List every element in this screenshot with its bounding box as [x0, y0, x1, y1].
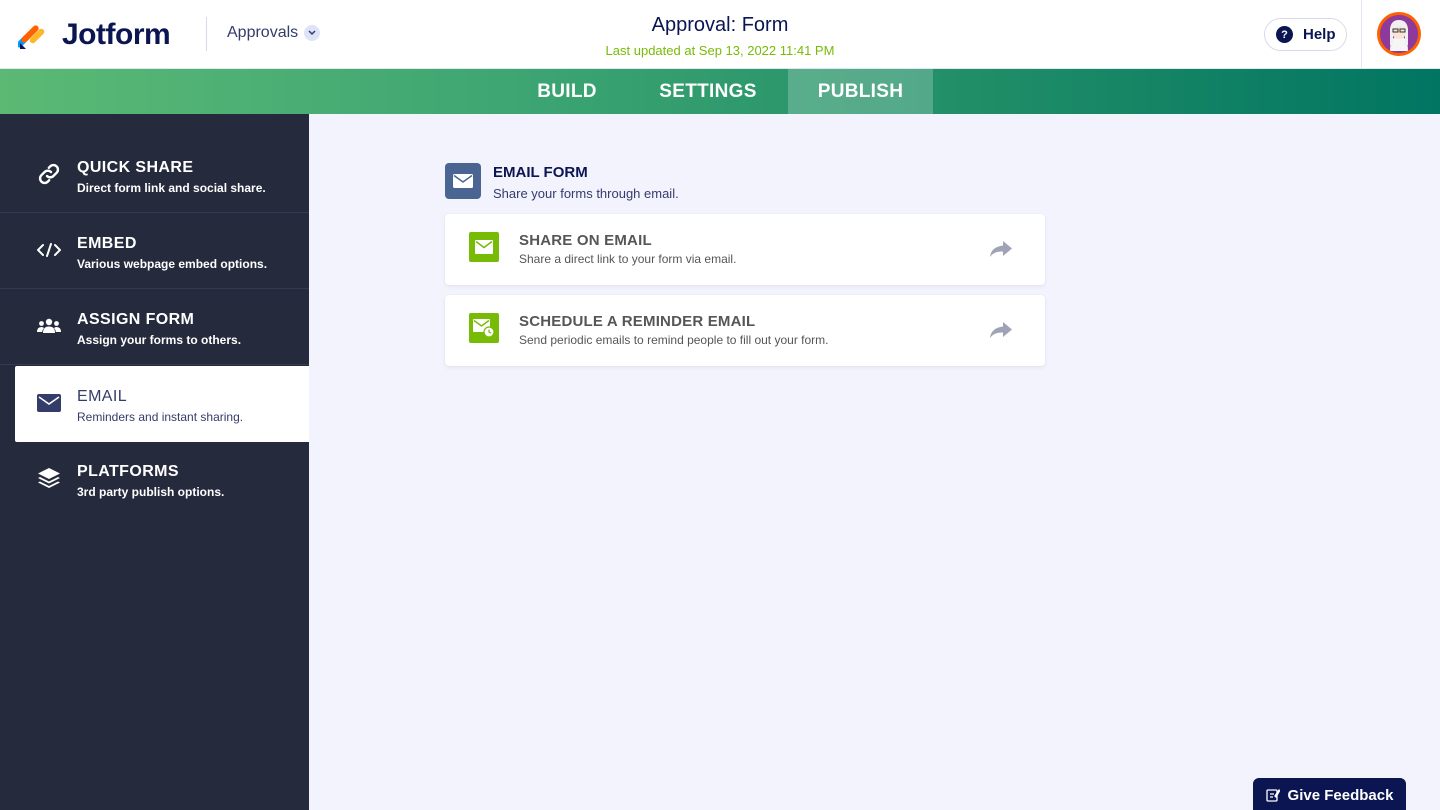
sidebar-item-desc: 3rd party publish options.	[77, 485, 225, 499]
users-icon	[36, 313, 62, 339]
help-button[interactable]: ? Help	[1264, 18, 1347, 51]
last-updated-text: Last updated at Sep 13, 2022 11:41 PM	[605, 43, 835, 58]
jotform-logo[interactable]: Jotform	[18, 18, 171, 52]
code-icon	[36, 237, 62, 263]
avatar-image	[1380, 15, 1418, 53]
envelope-icon	[36, 390, 62, 416]
header-divider-right	[1361, 0, 1362, 69]
builder-tab-bar: BUILD SETTINGS PUBLISH	[0, 69, 1440, 114]
sidebar-item-label: QUICK SHARE	[77, 159, 194, 176]
sidebar-item-embed[interactable]: EMBED Various webpage embed options.	[0, 213, 309, 289]
product-menu-label: Approvals	[227, 24, 299, 41]
brand-name: Jotform	[62, 18, 171, 51]
sidebar-item-label: EMBED	[77, 235, 137, 252]
section-title: EMAIL FORM	[493, 164, 588, 181]
sidebar-item-desc: Reminders and instant sharing.	[77, 410, 244, 424]
page-title: Approval: Form	[651, 14, 789, 36]
feedback-label: Give Feedback	[1287, 786, 1394, 804]
help-label: Help	[1303, 26, 1336, 43]
tab-settings[interactable]: SETTINGS	[628, 69, 788, 114]
envelope-icon	[445, 163, 481, 199]
card-title: SCHEDULE A REMINDER EMAIL	[519, 313, 756, 330]
sidebar-item-desc: Assign your forms to others.	[77, 333, 242, 347]
envelope-clock-icon	[469, 313, 499, 343]
chevron-down-icon	[304, 25, 321, 41]
schedule-reminder-email-card[interactable]: SCHEDULE A REMINDER EMAIL Send periodic …	[445, 295, 1045, 366]
link-icon	[36, 161, 62, 187]
header-divider	[206, 17, 207, 51]
share-arrow-icon	[990, 241, 1012, 257]
sidebar-item-email[interactable]: EMAIL Reminders and instant sharing.	[15, 366, 309, 442]
avatar[interactable]	[1377, 12, 1421, 56]
form-title-block: Approval: Form Last updated at Sep 13, 2…	[520, 14, 920, 58]
give-feedback-button[interactable]: Give Feedback	[1253, 778, 1406, 810]
sidebar-item-assign-form[interactable]: ASSIGN FORM Assign your forms to others.	[0, 289, 309, 365]
share-arrow-icon	[990, 322, 1012, 338]
publish-sidebar: QUICK SHARE Direct form link and social …	[0, 114, 309, 810]
sidebar-item-desc: Direct form link and social share.	[77, 181, 266, 195]
card-description: Share a direct link to your form via ema…	[519, 252, 737, 266]
card-description: Send periodic emails to remind people to…	[519, 333, 829, 347]
tab-publish[interactable]: PUBLISH	[788, 69, 933, 114]
section-description: Share your forms through email.	[493, 186, 679, 201]
sidebar-item-desc: Various webpage embed options.	[77, 257, 268, 271]
sidebar-item-label: ASSIGN FORM	[77, 311, 195, 328]
share-on-email-card[interactable]: SHARE ON EMAIL Share a direct link to yo…	[445, 214, 1045, 285]
sidebar-item-quick-share[interactable]: QUICK SHARE Direct form link and social …	[0, 137, 309, 213]
tab-build[interactable]: BUILD	[506, 69, 628, 114]
question-icon: ?	[1276, 26, 1293, 43]
sidebar-item-platforms[interactable]: PLATFORMS 3rd party publish options.	[0, 441, 309, 517]
layers-icon	[36, 465, 62, 491]
product-menu-dropdown[interactable]: Approvals	[227, 24, 321, 42]
envelope-icon	[469, 232, 499, 262]
jotform-logo-icon	[18, 25, 45, 49]
card-title: SHARE ON EMAIL	[519, 232, 652, 249]
feedback-edit-icon	[1265, 788, 1280, 802]
top-header: Jotform Approvals Approval: Form Last up…	[0, 0, 1440, 69]
sidebar-item-label: PLATFORMS	[77, 463, 179, 480]
sidebar-item-label: EMAIL	[77, 388, 128, 405]
